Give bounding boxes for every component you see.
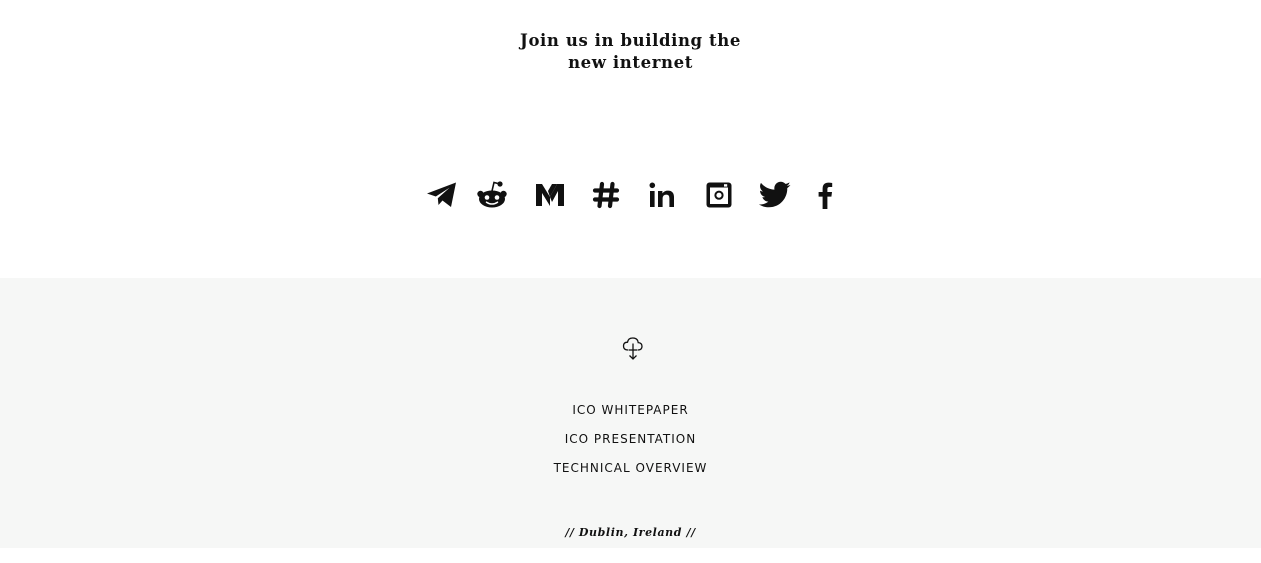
heading-line-2: new internet	[568, 53, 693, 72]
reddit-link[interactable]	[473, 176, 511, 214]
ico-whitepaper-link[interactable]: ICO WHITEPAPER	[501, 396, 761, 425]
facebook-link[interactable]	[806, 176, 844, 214]
community-heading: Join us in building the new internet	[0, 30, 1261, 74]
ico-presentation-link[interactable]: ICO PRESENTATION	[501, 425, 761, 454]
page: Join us in building the new internet ICO…	[0, 0, 1261, 563]
slack-link[interactable]	[587, 176, 625, 214]
telegram-icon	[427, 182, 456, 207]
facebook-icon	[818, 182, 833, 209]
document-links: ICO WHITEPAPER ICO PRESENTATION TECHNICA…	[0, 396, 1261, 483]
location-text: // Dublin, Ireland //	[565, 526, 696, 539]
download-link[interactable]	[618, 333, 648, 363]
slack-icon	[592, 181, 620, 209]
twitter-icon	[759, 181, 791, 208]
social-links	[0, 176, 1261, 214]
medium-icon	[536, 184, 564, 206]
heading-line-1: Join us in building the	[520, 31, 741, 50]
linkedin-icon	[649, 182, 674, 207]
community-section: Join us in building the new internet	[0, 0, 1261, 278]
downloads-footer: ICO WHITEPAPER ICO PRESENTATION TECHNICA…	[0, 278, 1261, 548]
twitter-link[interactable]	[756, 176, 794, 214]
technical-overview-link[interactable]: TECHNICAL OVERVIEW	[501, 454, 761, 483]
telegram-link[interactable]	[423, 176, 461, 214]
medium-link[interactable]	[531, 176, 569, 214]
instagram-icon	[706, 182, 732, 208]
cloud-download-icon	[622, 337, 643, 360]
instagram-link[interactable]	[700, 176, 738, 214]
reddit-icon	[477, 181, 507, 208]
linkedin-link[interactable]	[643, 176, 681, 214]
